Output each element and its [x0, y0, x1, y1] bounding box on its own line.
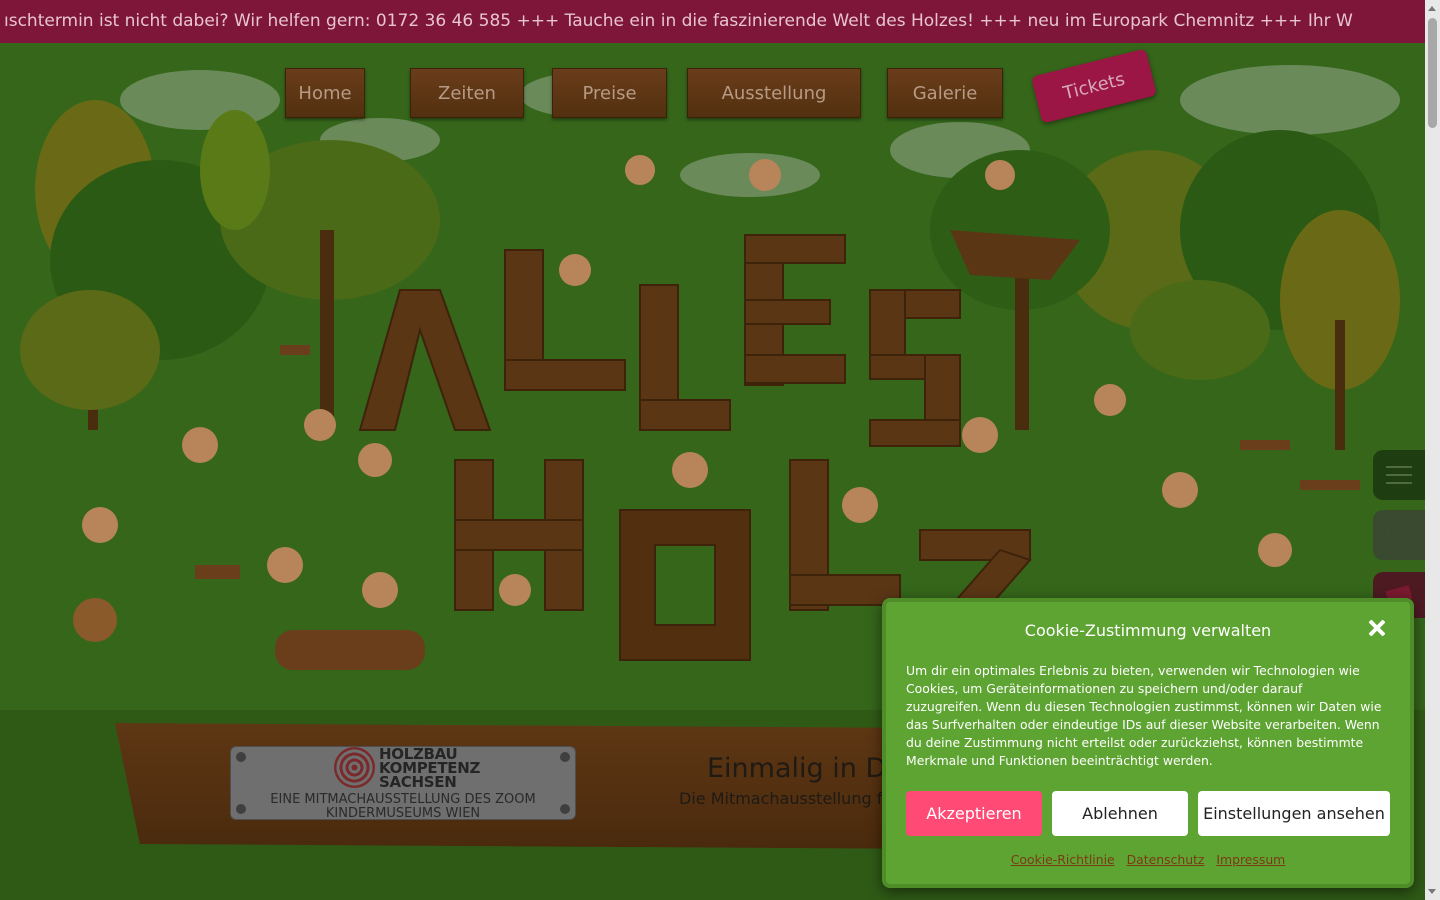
- banner-subline: Die Mitmachausstellung f: [679, 789, 883, 808]
- cookie-consent-dialog: Cookie-Zustimmung verwalten Um dir ein o…: [882, 598, 1414, 888]
- main-nav: Home Zeiten Preise Ausstellung Galerie: [0, 68, 1425, 128]
- banner-headline: Einmalig in D: [707, 753, 887, 784]
- instagram-button[interactable]: [1373, 510, 1425, 560]
- tickets-label: Tickets: [1061, 68, 1127, 104]
- cookie-policy-link[interactable]: Cookie-Richtlinie: [1011, 852, 1115, 867]
- plaque-text: EINE MITMACHAUSSTELLUNG DES ZOOM KINDERM…: [270, 792, 536, 821]
- holzbau-logo-text: HOLZBAU KOMPETENZ SACHSEN: [379, 745, 481, 791]
- ticker-text: ıschtermin ist nicht dabei? Wir helfen g…: [4, 11, 1353, 31]
- imprint-link[interactable]: Impressum: [1216, 852, 1285, 867]
- accept-button[interactable]: Akzeptieren: [906, 791, 1042, 836]
- nav-zeiten[interactable]: Zeiten: [410, 68, 524, 118]
- nav-home-label: Home: [298, 82, 352, 104]
- cookie-links: Cookie-Richtlinie Datenschutz Impressum: [886, 852, 1410, 867]
- nav-zeiten-label: Zeiten: [438, 82, 496, 104]
- nav-ausstellung[interactable]: Ausstellung: [687, 68, 861, 118]
- scroll-up-icon[interactable]: [1428, 6, 1436, 11]
- nav-preise-label: Preise: [582, 82, 637, 104]
- page-scrollbar[interactable]: [1425, 0, 1440, 900]
- nav-ausstellung-label: Ausstellung: [721, 82, 827, 104]
- hamburger-icon: [1386, 460, 1412, 490]
- scroll-thumb[interactable]: [1428, 18, 1437, 128]
- nav-preise[interactable]: Preise: [552, 68, 667, 118]
- news-ticker: ıschtermin ist nicht dabei? Wir helfen g…: [0, 0, 1425, 43]
- instagram-icon: [1387, 523, 1411, 547]
- holzbau-logo-icon: [334, 747, 375, 788]
- close-icon[interactable]: [1366, 618, 1388, 640]
- privacy-link[interactable]: Datenschutz: [1127, 852, 1205, 867]
- sponsor-plaque: HOLZBAU KOMPETENZ SACHSEN EINE MITMACHAU…: [230, 745, 576, 821]
- nav-home[interactable]: Home: [285, 68, 365, 118]
- nav-galerie[interactable]: Galerie: [887, 68, 1003, 118]
- view-settings-button[interactable]: Einstellungen ansehen: [1198, 791, 1390, 836]
- scroll-down-icon[interactable]: [1428, 889, 1436, 894]
- menu-button[interactable]: [1373, 450, 1425, 500]
- cookie-title: Cookie-Zustimmung verwalten: [1024, 621, 1272, 640]
- cookie-body-text: Um dir ein optimales Erlebnis zu bieten,…: [906, 663, 1382, 768]
- deny-button[interactable]: Ablehnen: [1052, 791, 1188, 836]
- nav-galerie-label: Galerie: [912, 82, 978, 104]
